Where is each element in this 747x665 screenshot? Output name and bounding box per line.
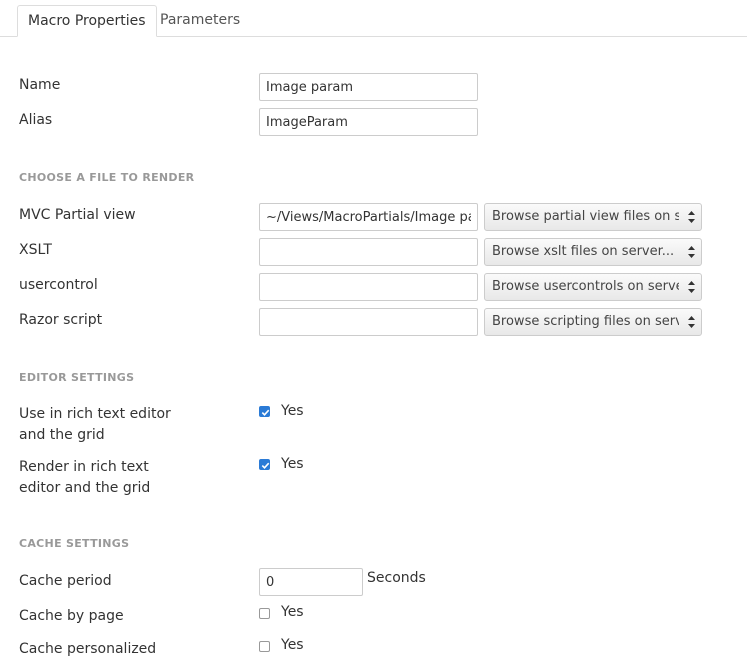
select-arrows-icon <box>688 316 695 328</box>
usercontrol-select-text: Browse usercontrols on server... <box>492 279 679 294</box>
tab-parameters[interactable]: Parameters <box>150 5 250 35</box>
check-icon <box>261 409 270 416</box>
mvc-partial-select-text: Browse partial view files on server... <box>492 209 679 224</box>
xslt-input[interactable] <box>259 238 478 266</box>
razor-script-select-text: Browse scripting files on server... <box>492 314 679 329</box>
select-arrows-icon <box>688 246 695 258</box>
xslt-label: XSLT <box>19 242 52 258</box>
razor-script-label: Razor script <box>19 312 103 328</box>
cache-personalized-yes: Yes <box>281 637 304 653</box>
mvc-partial-label: MVC Partial view <box>19 207 136 223</box>
alias-label: Alias <box>19 112 53 128</box>
name-input[interactable] <box>259 73 478 101</box>
xslt-select[interactable]: Browse xslt files on server... <box>484 238 702 266</box>
cache-period-label: Cache period <box>19 573 112 589</box>
usercontrol-input[interactable] <box>259 273 478 301</box>
cache-period-unit: Seconds <box>367 570 426 586</box>
section-title-render: CHOOSE A FILE TO RENDER <box>19 171 195 184</box>
alias-input[interactable] <box>259 108 478 136</box>
render-in-editor-checkbox[interactable] <box>259 459 270 470</box>
cache-by-page-yes: Yes <box>281 604 304 620</box>
check-icon <box>261 462 270 469</box>
cache-period-input[interactable] <box>259 568 363 596</box>
section-title-cache: CACHE SETTINGS <box>19 537 130 550</box>
usercontrol-select[interactable]: Browse usercontrols on server... <box>484 273 702 301</box>
cache-by-page-checkbox[interactable] <box>259 608 270 619</box>
xslt-select-text: Browse xslt files on server... <box>492 244 675 259</box>
select-arrows-icon <box>688 211 695 223</box>
mvc-partial-select[interactable]: Browse partial view files on server... <box>484 203 702 231</box>
render-in-editor-label-line2: editor and the grid <box>19 480 151 496</box>
tab-macro-properties[interactable]: Macro Properties <box>17 5 157 37</box>
tab-bar: Macro Properties Parameters <box>0 0 747 37</box>
cache-by-page-label: Cache by page <box>19 608 124 624</box>
cache-personalized-label: Cache personalized <box>19 641 157 657</box>
name-label: Name <box>19 77 61 93</box>
mvc-partial-input[interactable] <box>259 203 478 231</box>
render-in-editor-label: Render in rich text editor and the grid <box>19 457 150 499</box>
section-title-editor: EDITOR SETTINGS <box>19 371 135 384</box>
use-in-editor-yes: Yes <box>281 403 304 419</box>
render-in-editor-yes: Yes <box>281 456 304 472</box>
razor-script-select[interactable]: Browse scripting files on server... <box>484 308 702 336</box>
use-in-editor-label-line1: Use in rich text editor <box>19 406 171 422</box>
use-in-editor-checkbox[interactable] <box>259 406 270 417</box>
use-in-editor-label: Use in rich text editor and the grid <box>19 404 171 446</box>
select-arrows-icon <box>688 281 695 293</box>
usercontrol-label: usercontrol <box>19 277 98 293</box>
render-in-editor-label-line1: Render in rich text <box>19 459 149 475</box>
use-in-editor-label-line2: and the grid <box>19 427 105 443</box>
cache-personalized-checkbox[interactable] <box>259 641 270 652</box>
razor-script-input[interactable] <box>259 308 478 336</box>
